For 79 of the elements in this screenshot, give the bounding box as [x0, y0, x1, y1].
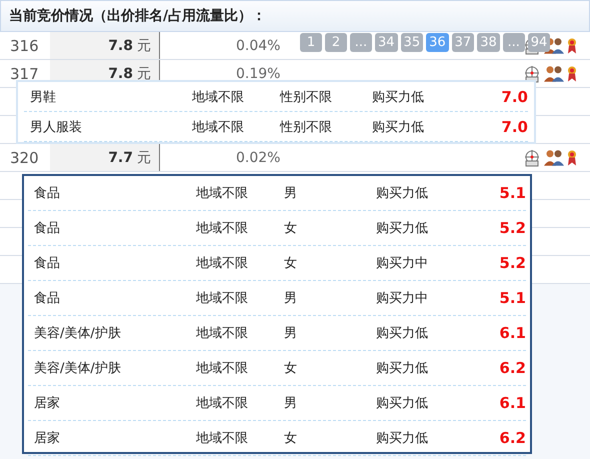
purchasing-power-text: 购买力低 — [376, 430, 428, 447]
category-text: 美容/美体/护肤 — [34, 325, 121, 342]
purchasing-power-text: 购买力低 — [376, 360, 428, 377]
category-text: 男人服装 — [30, 118, 82, 136]
category-text: 食品 — [34, 220, 60, 237]
bid-price: 6.1 — [499, 394, 526, 412]
region-text: 地域不限 — [196, 430, 248, 447]
traffic-share: 0.04% — [236, 38, 280, 54]
category-text: 居家 — [34, 430, 60, 447]
page-button[interactable]: ... — [350, 33, 372, 52]
page-button[interactable]: 1 — [300, 33, 322, 52]
crosshair-icon — [524, 148, 540, 166]
gender-text: 男 — [284, 395, 297, 412]
category-text: 美容/美体/护肤 — [34, 360, 121, 377]
bid-price: 5.2 — [499, 254, 526, 272]
page-button[interactable]: 35 — [400, 33, 424, 52]
price-value: 7.7 — [108, 150, 133, 166]
section-title: 当前竞价情况（出价排名/占用流量比）： — [0, 0, 590, 32]
gender-text: 女 — [284, 220, 297, 237]
gender-text: 性别不限 — [280, 118, 332, 136]
gender-text: 女 — [284, 430, 297, 447]
page-button[interactable]: 37 — [452, 33, 474, 52]
ribbon-icon — [568, 66, 576, 82]
region-text: 地域不限 — [196, 185, 248, 202]
page-button[interactable]: 2 — [325, 33, 347, 52]
purchasing-power-text: 购买力中 — [376, 255, 428, 272]
currency-unit: 元 — [137, 148, 151, 166]
people-icon — [544, 150, 564, 166]
page-button[interactable]: 38 — [477, 33, 500, 52]
page-button[interactable]: 94 — [528, 33, 550, 52]
purchasing-power-text: 购买力低 — [372, 88, 424, 106]
bid-price: 7.0 — [501, 118, 528, 136]
region-text: 地域不限 — [196, 255, 248, 272]
bid-price: 6.2 — [499, 359, 526, 377]
currency-unit: 元 — [137, 36, 151, 54]
rank-number: 320 — [9, 148, 40, 166]
bid-price: 5.1 — [499, 289, 526, 307]
purchasing-power-text: 购买力低 — [376, 185, 428, 202]
gender-text: 男 — [284, 185, 297, 202]
purchasing-power-text: 购买力低 — [376, 325, 428, 342]
region-text: 地域不限 — [196, 360, 248, 377]
page-button[interactable]: 36 — [426, 33, 449, 52]
bid-price: 6.2 — [499, 429, 526, 447]
bid-price: 6.1 — [499, 324, 526, 342]
bid-price: 5.1 — [499, 184, 526, 202]
rank-number: 316 — [9, 36, 40, 54]
purchasing-power-text: 购买力低 — [376, 220, 428, 237]
ribbon-icon — [568, 38, 576, 54]
purchasing-power-text: 购买力低 — [372, 118, 424, 136]
bid-price: 7.0 — [501, 88, 528, 106]
people-icon — [544, 66, 564, 82]
page-button[interactable]: ... — [502, 33, 525, 52]
price-value: 7.8 — [108, 38, 133, 54]
category-text: 居家 — [34, 395, 60, 412]
region-text: 地域不限 — [196, 290, 248, 307]
page-button[interactable]: 34 — [375, 33, 398, 52]
gender-text: 男 — [284, 290, 297, 307]
category-text: 食品 — [34, 290, 60, 307]
purchasing-power-text: 购买力低 — [376, 395, 428, 412]
bid-price: 5.2 — [499, 219, 526, 237]
traffic-share: 0.02% — [236, 150, 280, 166]
gender-text: 女 — [284, 360, 297, 377]
rank-number: 317 — [9, 64, 40, 82]
gender-text: 男 — [284, 325, 297, 342]
currency-unit: 元 — [137, 64, 151, 82]
gender-text: 女 — [284, 255, 297, 272]
region-text: 地域不限 — [192, 88, 244, 106]
ribbon-icon — [568, 150, 576, 166]
region-text: 地域不限 — [196, 325, 248, 342]
traffic-share: 0.19% — [236, 66, 280, 82]
region-text: 地域不限 — [192, 118, 244, 136]
price-value: 7.8 — [108, 66, 133, 82]
region-text: 地域不限 — [196, 395, 248, 412]
category-text: 男鞋 — [30, 88, 56, 106]
region-text: 地域不限 — [196, 220, 248, 237]
category-text: 食品 — [34, 255, 60, 272]
purchasing-power-text: 购买力中 — [376, 290, 428, 307]
gender-text: 性别不限 — [280, 88, 332, 106]
category-text: 食品 — [34, 185, 60, 202]
